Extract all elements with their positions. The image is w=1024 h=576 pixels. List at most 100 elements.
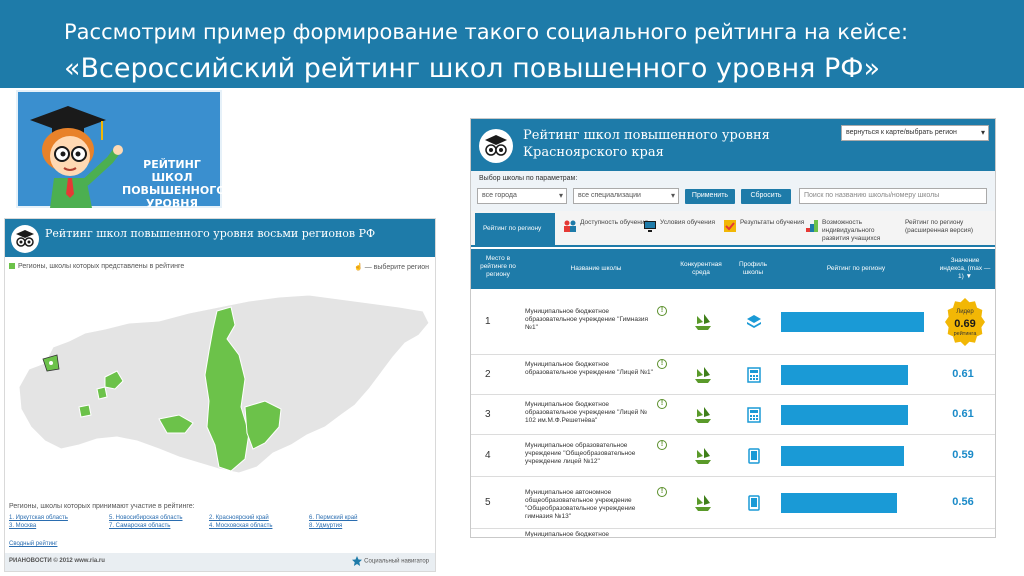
info-icon[interactable]: ! [657, 359, 667, 369]
table-row[interactable]: 5 Муниципальное автономное общеобразовате… [471, 477, 995, 529]
row-place: 1 [485, 316, 491, 327]
calculator-icon [747, 407, 761, 423]
leader-sub: рейтинга [954, 330, 978, 337]
reset-button[interactable]: Сбросить [741, 189, 791, 204]
row-school-name[interactable]: Муниципальное автономное общеобразовател… [525, 489, 655, 521]
competition-ship-icon [695, 367, 711, 383]
city-select[interactable]: все города [477, 188, 567, 204]
filter-label: Выбор школы по параметрам: [479, 175, 578, 182]
row-school-name[interactable]: Муниципальное бюджетное образовательное … [525, 401, 655, 425]
participants-list: 1. Иркутская область 5. Новосибирская об… [9, 515, 433, 529]
tab-bar: Рейтинг по региону Доступность обучения … [471, 211, 995, 247]
participant-link[interactable]: 6. Пермский край [309, 515, 409, 521]
owl-logo-icon [479, 129, 513, 163]
stairs-icon [806, 220, 818, 232]
participants-title: Регионы, школы которых принимают участие… [9, 503, 195, 510]
russia-map[interactable] [9, 277, 433, 499]
rating-bar [781, 365, 908, 385]
col-place: Место в рейтинге по региону [480, 255, 516, 278]
monitor-icon [644, 221, 656, 232]
participant-link[interactable]: 8. Удмуртия [309, 523, 409, 529]
ria-copyright: РИАНОВОСТИ © 2012 www.ria.ru [9, 558, 105, 564]
rating-bar-track [781, 446, 931, 466]
tab-accessibility[interactable]: Доступность обучения [563, 213, 648, 245]
slide-title: «Всероссийский рейтинг школ повышенного … [64, 53, 881, 84]
region-select-hint[interactable]: ☝ — выберите регион [354, 263, 429, 271]
tab-regional-rating[interactable]: Рейтинг по региону [475, 213, 555, 245]
info-icon[interactable]: ! [657, 440, 667, 450]
map-legend: Регионы, школы которых представлены в ре… [9, 263, 184, 270]
rating-bar [781, 312, 924, 332]
competition-ship-icon [695, 495, 711, 511]
owl-logo-icon [11, 225, 39, 253]
col-index[interactable]: Значение индекса, (max — 1) ▼ [937, 257, 993, 281]
student-mascot-icon [30, 106, 123, 208]
competition-ship-icon [695, 407, 711, 423]
logo-text: РЕЙТИНГ ШКОЛ ПОВЫШЕННОГО УРОВНЯ [122, 158, 226, 210]
map-panel-title: Рейтинг школ повышенного уровня восьми р… [45, 227, 376, 240]
participant-link[interactable]: 7. Самарская область [109, 523, 209, 529]
pointer-icon: ☝ [354, 264, 363, 271]
map-footer: РИАНОВОСТИ © 2012 www.ria.ru Социальный … [5, 553, 435, 571]
row-school-name[interactable]: Муниципальное бюджетное [525, 531, 655, 537]
participant-link[interactable]: 5. Новосибирская область [109, 515, 209, 521]
ranking-panel: Рейтинг школ повышенного уровня Краснояр… [470, 118, 996, 538]
table-row[interactable]: 1 Муниципальное бюджетное образовательное… [471, 289, 995, 355]
table-row[interactable]: 2 Муниципальное бюджетное образовательное… [471, 355, 995, 395]
ranking-title-line2: Красноярского края [523, 145, 664, 160]
rating-bar-track [781, 405, 931, 425]
row-school-name[interactable]: Муниципальное бюджетное образовательное … [525, 308, 655, 332]
row-place: 4 [485, 450, 491, 461]
participant-link[interactable]: 1. Иркутская область [9, 515, 109, 521]
participant-link[interactable]: 3. Москва [9, 523, 109, 529]
row-score: 0.61 [952, 408, 974, 420]
tablet-icon [748, 448, 760, 464]
summary-rating-link[interactable]: Сводный рейтинг [9, 541, 57, 547]
tab-extended-rating[interactable]: Рейтинг по региону (расширенная версия) [905, 213, 993, 245]
row-school-name[interactable]: Муниципальное бюджетное образовательное … [525, 361, 655, 377]
ranking-title: Рейтинг школ повышенного уровня Краснояр… [523, 127, 770, 161]
specialization-select[interactable]: все специализации [573, 188, 679, 204]
col-rating: Рейтинг по региону [826, 265, 886, 272]
logo-banner: РЕЙТИНГ ШКОЛ ПОВЫШЕННОГО УРОВНЯ [16, 90, 226, 210]
map-panel: Рейтинг школ повышенного уровня восьми р… [4, 218, 436, 572]
row-school-name[interactable]: Муниципальное образовательное учреждение… [525, 442, 655, 466]
ranking-header: Рейтинг школ повышенного уровня Краснояр… [471, 119, 995, 171]
star-icon [352, 556, 363, 566]
region-udmurtia [96, 386, 108, 400]
legend-swatch [9, 263, 15, 270]
table-row[interactable]: 3 Муниципальное бюджетное образовательное… [471, 395, 995, 435]
school-search-input[interactable]: Поиск по названию школы/номеру школы [799, 188, 987, 204]
row-score: 0.59 [952, 449, 974, 461]
leader-label: Лидер [956, 309, 974, 315]
info-icon[interactable]: ! [657, 306, 667, 316]
participant-link[interactable]: 4. Московская область [209, 523, 309, 529]
slide-subtitle: Рассмотрим пример формирование такого со… [64, 20, 909, 44]
info-icon[interactable]: ! [657, 399, 667, 409]
back-to-map-select[interactable]: вернуться к карте/выбрать регион [841, 125, 989, 141]
table-row[interactable]: 4 Муниципальное образовательное учреждени… [471, 435, 995, 477]
region-select-label: — выберите регион [364, 264, 429, 271]
tab-results[interactable]: Результаты обучения [723, 213, 804, 245]
participant-link[interactable]: 2. Красноярский край [209, 515, 309, 521]
social-navigator-logo: Социальный навигатор [352, 556, 429, 566]
table-header: Место в рейтинге по региону Название шко… [471, 249, 995, 289]
ranking-title-line1: Рейтинг школ повышенного уровня [523, 128, 770, 143]
tab-individual-development[interactable]: Возможность индивидуального развития уча… [805, 213, 901, 245]
tab-conditions[interactable]: Условия обучения [643, 213, 719, 245]
table-row[interactable]: Муниципальное бюджетное [471, 529, 995, 537]
apply-button[interactable]: Применить [685, 189, 735, 204]
filter-bar: Выбор школы по параметрам: все города вс… [471, 171, 995, 211]
layers-icon [747, 315, 761, 328]
row-score: 0.56 [952, 496, 974, 508]
rating-bar [781, 446, 904, 466]
row-place: 3 [485, 409, 491, 420]
checklist-icon [724, 220, 736, 232]
row-place: 2 [485, 369, 491, 380]
col-profile: Профиль школы [738, 261, 768, 276]
info-icon[interactable]: ! [657, 487, 667, 497]
people-icon [564, 220, 576, 232]
row-score: 0.61 [952, 368, 974, 380]
col-school-name: Название школы [570, 265, 622, 272]
leader-badge: Лидер 0.69рейтинга [945, 298, 985, 346]
